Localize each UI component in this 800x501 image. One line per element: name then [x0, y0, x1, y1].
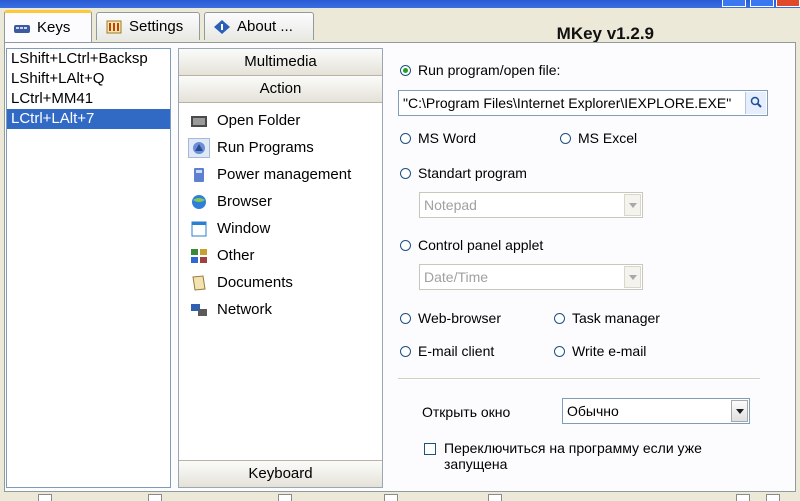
run-program-radio[interactable]: [400, 64, 411, 76]
task-manager-label: Task manager: [572, 310, 660, 326]
control-panel-option[interactable]: Control panel applet: [400, 237, 543, 253]
category-item-label: Network: [217, 301, 273, 318]
browse-button[interactable]: [745, 92, 766, 114]
tab-settings[interactable]: Settings: [96, 12, 200, 40]
run-programs-icon: [188, 137, 210, 158]
email-client-option[interactable]: E-mail client: [400, 343, 494, 359]
run-program-option[interactable]: Run program/open file:: [400, 62, 560, 78]
list-item[interactable]: LShift+LCtrl+Backsp: [7, 49, 170, 69]
app-title: MKey v1.2.9: [556, 24, 654, 43]
other-icon: [189, 247, 209, 265]
switch-program-checkbox[interactable]: [424, 443, 436, 455]
category-item-browser[interactable]: Browser: [179, 188, 382, 215]
control-panel-select[interactable]: Date/Time: [419, 264, 643, 290]
category-item-label: Window: [217, 220, 271, 237]
power-icon: [189, 166, 209, 184]
tab-strip: Keys Settings About ... MKey v1.2.9: [0, 10, 800, 43]
category-item-window[interactable]: Window: [179, 215, 382, 242]
category-item-other[interactable]: Other: [179, 242, 382, 269]
standart-program-select[interactable]: Notepad: [419, 192, 643, 218]
ms-excel-option[interactable]: MS Excel: [560, 130, 637, 146]
web-browser-label: Web-browser: [418, 310, 501, 326]
network-icon: [189, 301, 209, 319]
category-item-network[interactable]: Network: [179, 296, 382, 323]
open-window-label: Открыть окно: [422, 404, 511, 420]
minimize-button[interactable]: [722, 0, 746, 7]
task-manager-radio[interactable]: [554, 312, 565, 324]
standart-program-value: Notepad: [424, 197, 477, 213]
switch-program-option[interactable]: Переключиться на программу если уже запу…: [424, 440, 764, 472]
web-browser-option[interactable]: Web-browser: [400, 310, 501, 326]
ms-excel-label: MS Excel: [578, 130, 638, 146]
category-header-multimedia[interactable]: Multimedia: [179, 49, 382, 76]
category-item-label: Other: [217, 247, 255, 264]
control-panel-value: Date/Time: [424, 269, 489, 285]
search-icon: [750, 91, 762, 115]
chevron-down-icon: [731, 400, 748, 422]
title-bar: [0, 0, 800, 8]
maximize-button[interactable]: [750, 0, 774, 7]
category-item-documents[interactable]: Documents: [179, 269, 382, 296]
task-manager-option[interactable]: Task manager: [554, 310, 660, 326]
settings-icon: [105, 19, 123, 35]
standart-program-option[interactable]: Standart program: [400, 165, 527, 181]
chevron-down-icon: [624, 266, 641, 288]
category-footer-keyboard[interactable]: Keyboard: [179, 460, 382, 487]
email-client-label: E-mail client: [418, 343, 495, 359]
tab-keys-label: Keys: [37, 19, 71, 36]
standart-program-label: Standart program: [418, 165, 527, 181]
bottom-toolbar-edge: [0, 494, 800, 501]
keys-list[interactable]: LShift+LCtrl+Backsp LShift+LAlt+Q LCtrl+…: [6, 48, 171, 488]
write-email-radio[interactable]: [554, 345, 565, 357]
tab-settings-label: Settings: [129, 18, 184, 35]
category-item-label: Documents: [217, 274, 293, 291]
switch-program-label: Переключиться на программу если уже запу…: [444, 440, 702, 472]
tab-keys[interactable]: Keys: [4, 10, 92, 42]
settings-panel: Run program/open file: "C:\Program Files…: [388, 48, 788, 488]
ms-word-option[interactable]: MS Word: [400, 130, 476, 146]
email-client-radio[interactable]: [400, 345, 411, 357]
category-item-label: Power management: [217, 166, 352, 183]
run-program-label: Run program/open file:: [418, 62, 561, 78]
tab-about[interactable]: About ...: [204, 12, 314, 40]
window-icon: [189, 220, 209, 238]
program-path-input[interactable]: "C:\Program Files\Internet Explorer\IEXP…: [398, 90, 768, 116]
write-email-option[interactable]: Write e-mail: [554, 343, 646, 359]
open-window-value: Обычно: [567, 403, 619, 419]
chevron-down-icon: [624, 194, 641, 216]
standart-program-radio[interactable]: [400, 167, 411, 179]
ms-word-label: MS Word: [418, 130, 477, 146]
category-item-label: Browser: [217, 193, 273, 210]
folder-icon: [189, 112, 209, 130]
about-icon: [213, 19, 231, 35]
category-item-label: Open Folder: [217, 112, 301, 129]
separator: [398, 378, 760, 380]
control-panel-label: Control panel applet: [418, 237, 544, 253]
list-item[interactable]: LShift+LAlt+Q: [7, 69, 170, 89]
category-item-open-folder[interactable]: Open Folder: [179, 107, 382, 134]
keyboard-icon: [13, 20, 31, 36]
list-item[interactable]: LCtrl+MM41: [7, 89, 170, 109]
ms-word-radio[interactable]: [400, 132, 411, 144]
list-item[interactable]: LCtrl+LAlt+7: [7, 109, 170, 129]
tab-about-label: About ...: [237, 18, 293, 35]
close-button[interactable]: [776, 0, 800, 7]
web-browser-radio[interactable]: [400, 312, 411, 324]
program-path-value: "C:\Program Files\Internet Explorer\IEXP…: [403, 95, 732, 111]
browser-icon: [189, 193, 209, 211]
control-panel-radio[interactable]: [400, 239, 411, 251]
category-item-run-programs[interactable]: Run Programs: [179, 134, 382, 161]
write-email-label: Write e-mail: [572, 343, 647, 359]
open-window-select[interactable]: Обычно: [562, 398, 750, 424]
ms-excel-radio[interactable]: [560, 132, 571, 144]
category-item-power-management[interactable]: Power management: [179, 161, 382, 188]
documents-icon: [189, 274, 209, 292]
category-header-action[interactable]: Action: [179, 76, 382, 103]
category-item-label: Run Programs: [217, 139, 314, 156]
category-panel: Multimedia Action Open Folder Run Progra…: [178, 48, 383, 488]
